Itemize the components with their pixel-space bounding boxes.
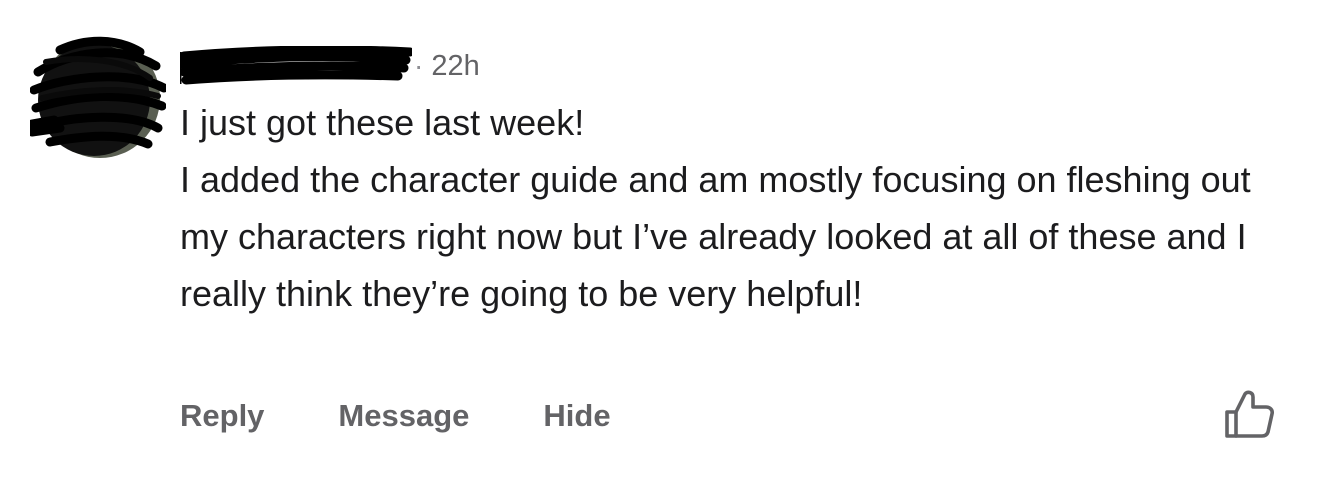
avatar[interactable] bbox=[30, 32, 166, 164]
thumbs-up-icon bbox=[1225, 390, 1274, 438]
like-button[interactable] bbox=[1222, 388, 1276, 442]
comment-body: I just got these last week! I added the … bbox=[180, 94, 1280, 322]
comment-meta: · 22h bbox=[180, 42, 480, 90]
redacted-avatar-scribble bbox=[30, 36, 166, 158]
comment-actions: Reply Message Hide bbox=[180, 394, 611, 438]
reply-button[interactable]: Reply bbox=[180, 398, 264, 434]
author-name-redacted[interactable] bbox=[180, 46, 412, 86]
hide-button[interactable]: Hide bbox=[543, 398, 610, 434]
comment-text: I added the character guide and am mostl… bbox=[180, 159, 1251, 314]
comment-first-line: I just got these last week! bbox=[180, 102, 585, 143]
redaction-scribble bbox=[180, 46, 412, 85]
meta-separator: · bbox=[414, 50, 424, 81]
timestamp: 22h bbox=[431, 49, 480, 82]
message-button[interactable]: Message bbox=[338, 398, 469, 434]
